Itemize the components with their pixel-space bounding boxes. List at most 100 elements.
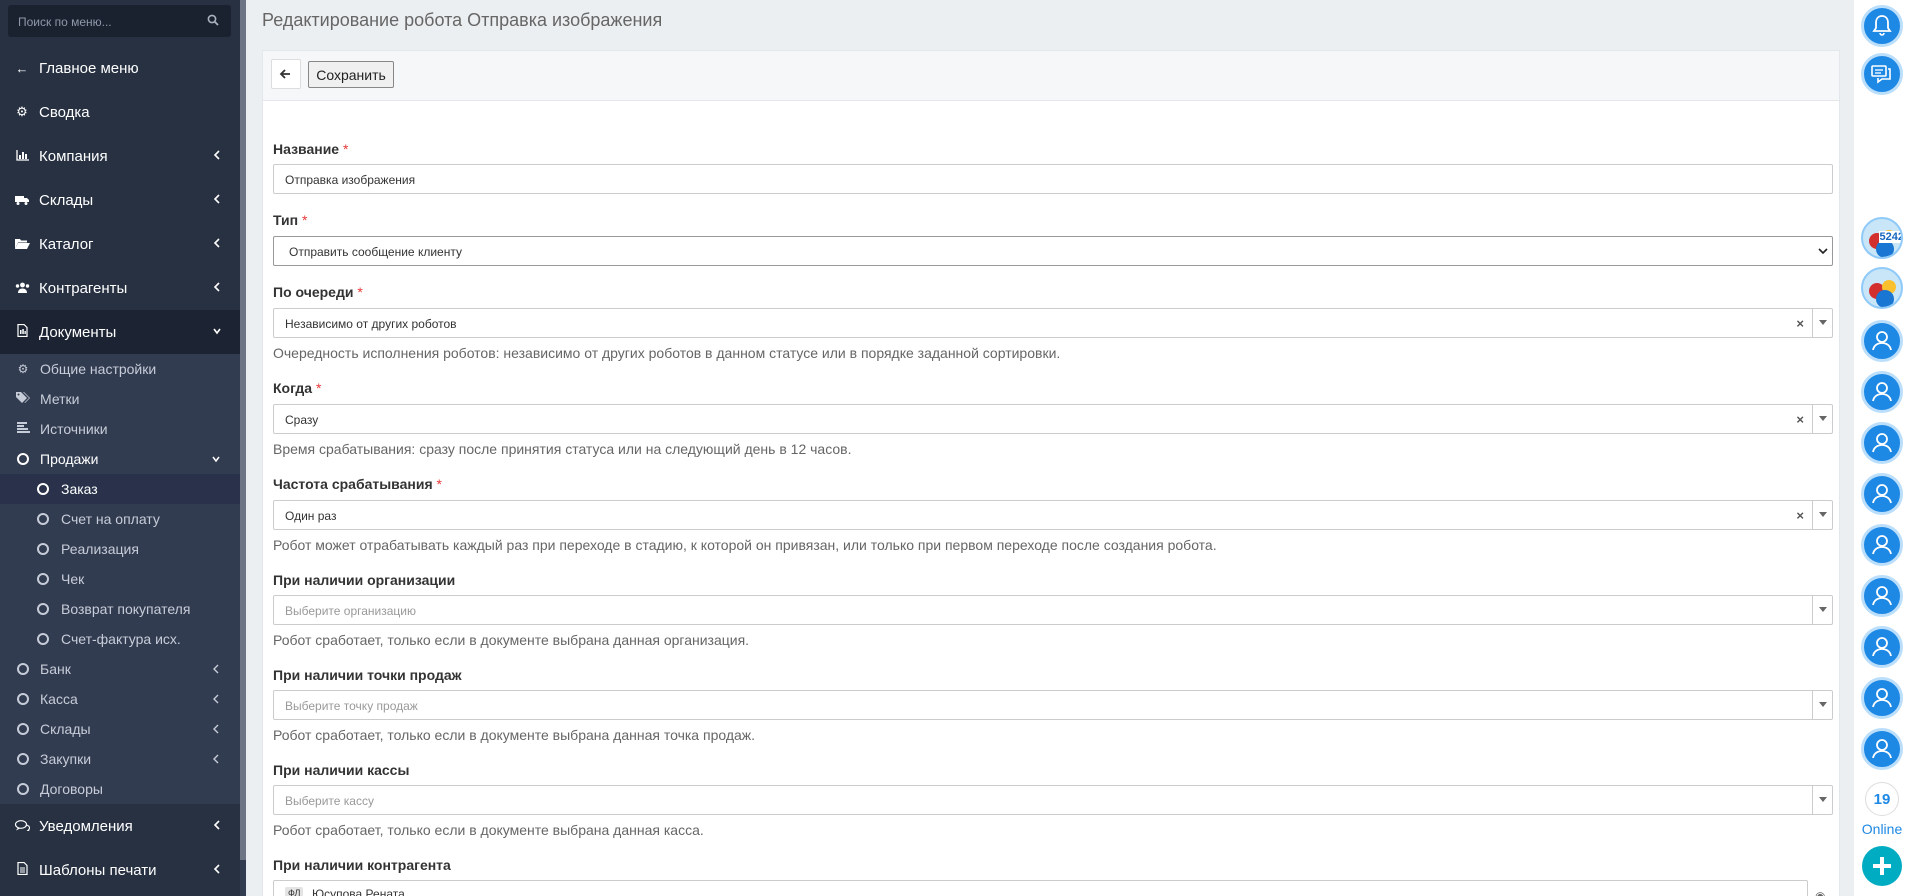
dropdown-arrow[interactable] [1812,309,1832,337]
point-of-sale-placeholder: Выберите точку продаж [285,699,418,713]
sidebar-subitem-general-settings[interactable]: ⚙ Общие настройки [0,354,240,384]
sidebar-subitem-label: Метки [40,391,80,407]
sidebar-subitem-purchases[interactable]: Закупки [0,744,240,774]
sidebar-subitem-order[interactable]: Заказ [0,474,240,504]
sidebar-subitem-tags[interactable]: Метки [0,384,240,414]
frequency-select[interactable]: Один раз × [273,500,1833,530]
sidebar-item-label: Склады [39,191,94,209]
sidebar-item-notifications[interactable]: Уведомления [0,804,240,848]
user-avatar[interactable] [1861,320,1903,362]
clear-icon[interactable]: × [1796,412,1804,427]
frequency-help: Робот может отрабатывать каждый раз при … [273,537,1217,553]
online-label: Online [1861,821,1903,837]
sidebar-subitem-outgoing-invoice[interactable]: Счет-фактура исх. [0,624,240,654]
user-avatar[interactable] [1861,575,1903,617]
sidebar-subitem-invoice[interactable]: Счет на оплату [0,504,240,534]
dropdown-arrow[interactable] [1812,501,1832,529]
sidebar-item-label: Уведомления [39,817,133,835]
sidebar-item-label: Компания [39,147,108,165]
sidebar-item-print-templates[interactable]: Шаблоны печати [0,848,240,892]
contractor-tag-prefix: ФЛ [285,887,304,896]
queue-select[interactable]: Независимо от других роботов × [273,308,1833,338]
clear-icon[interactable]: × [1796,508,1804,523]
dropdown-arrow[interactable] [1812,405,1832,433]
sidebar-subitem-bank[interactable]: Банк [0,654,240,684]
required-marker: * [301,212,308,228]
chevron-left-icon [213,664,219,674]
chat-button[interactable] [1861,53,1903,95]
dropdown-arrow[interactable] [1812,786,1832,814]
type-label: Тип * [273,212,307,228]
sidebar-subitem-sources[interactable]: Источники [0,414,240,444]
user-avatar[interactable] [1861,626,1903,668]
contractor-select[interactable]: ФЛ Юсупова Рената [273,880,1808,896]
sidebar-item-company[interactable]: Компания [0,134,240,178]
sidebar-item-documents[interactable]: Документы [0,310,240,354]
sidebar-item-catalog[interactable]: Каталог [0,222,240,266]
chevron-left-icon [213,194,220,204]
dropdown-arrow[interactable] [1812,596,1832,624]
sidebar-subitem-contracts[interactable]: Договоры [0,774,240,804]
organization-select[interactable]: Выберите организацию [273,595,1833,625]
back-button[interactable] [271,59,301,89]
contractor-label: При наличии контрагента [273,857,451,873]
when-select[interactable]: Сразу × [273,404,1833,434]
point-of-sale-select[interactable]: Выберите точку продаж [273,690,1833,720]
sidebar-subitem-customer-return[interactable]: Возврат покупателя [0,594,240,624]
clear-icon[interactable]: × [1796,316,1804,331]
sidebar-subitem-sales[interactable]: Продажи [0,444,240,474]
sidebar-subitem-realization[interactable]: Реализация [0,534,240,564]
sidebar-subitem-doc-warehouses[interactable]: Склады [0,714,240,744]
sidebar-item-main-menu[interactable]: ← Главное меню [0,46,240,90]
user-avatar[interactable] [1861,728,1903,770]
queue-select-value: Независимо от других роботов [285,317,457,331]
sidebar-subitem-label: Источники [40,421,108,437]
user-icon [1872,433,1892,453]
eye-icon[interactable]: ◉ [1815,889,1825,896]
name-input[interactable]: Отправка изображения [273,164,1833,194]
menu-search-placeholder: Поиск по меню... [18,15,112,29]
sidebar-item-label: Шаблоны печати [39,861,157,879]
sidebar-subitem-label: Реализация [61,541,139,557]
user-avatar[interactable] [1861,422,1903,464]
menu-search-input[interactable]: Поиск по меню... [8,5,231,37]
circle-icon [17,753,29,765]
sidebar-scrollbar-thumb[interactable] [240,0,246,860]
avatar[interactable] [1861,267,1903,309]
dropdown-arrow[interactable] [1812,691,1832,719]
bar-chart-icon [14,149,30,164]
circle-icon [37,513,49,525]
cashbox-select[interactable]: Выберите кассу [273,785,1833,815]
when-label-text: Когда [273,380,313,396]
circle-icon [17,663,29,675]
sidebar-item-summary[interactable]: ⚙ Сводка [0,90,240,134]
circle-icon [37,633,49,645]
user-avatar[interactable] [1861,677,1903,719]
sidebar-subitem-receipt[interactable]: Чек [0,564,240,594]
chevron-left-icon [213,754,219,764]
type-select[interactable]: Отправить сообщение клиенту [273,236,1833,266]
support-button[interactable] [1861,5,1903,47]
user-avatar[interactable] [1861,371,1903,413]
search-icon[interactable] [207,14,219,26]
plus-icon [1873,857,1891,875]
sidebar-item-contractors[interactable]: Контрагенты [0,266,240,310]
online-count[interactable]: 19 [1865,782,1899,816]
sidebar-item-label: Документы [39,323,117,341]
chevron-down-icon [1818,248,1828,255]
required-marker: * [315,380,322,396]
document-icon [14,323,30,340]
sidebar-subitem-cash[interactable]: Касса [0,684,240,714]
avatar[interactable]: 5242 [1861,217,1903,259]
comments-icon [14,819,30,834]
user-avatar[interactable] [1861,473,1903,515]
save-button[interactable]: Сохранить [308,61,394,88]
add-button[interactable] [1862,846,1902,886]
sidebar-item-warehouses[interactable]: Склады [0,178,240,222]
chevron-left-icon [213,282,220,292]
when-select-value: Сразу [285,413,319,427]
user-avatar[interactable] [1861,524,1903,566]
truck-icon [14,193,30,208]
sidebar-subitem-label: Счет-фактура исх. [61,631,181,647]
circle-icon [37,573,49,585]
